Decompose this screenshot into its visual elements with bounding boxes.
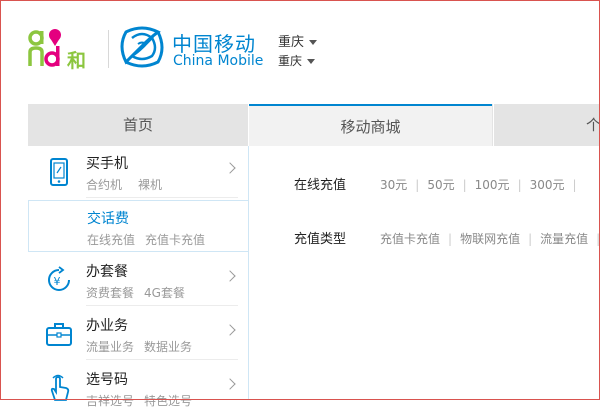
sidebar-item-title: 办套餐: [86, 264, 128, 280]
sidebar-menu: 买手机 合约机 裸机 交话费 在线充值 充值卡充值 ¥ 办套餐 资费套餐 4G套餐: [28, 146, 249, 408]
menu-separator: [86, 197, 238, 198]
sidebar-item-plans[interactable]: ¥ 办套餐 资费套餐 4G套餐: [28, 254, 248, 306]
sidebar-item-links: 吉祥选号 特色选号: [86, 392, 208, 409]
and-logo-he-char: 和: [67, 50, 87, 72]
sidebar-item-buy-phone[interactable]: 买手机 合约机 裸机: [28, 146, 248, 198]
online-recharge-row: 在线充值 30元 | 50元 | 100元 | 300元 |: [294, 174, 585, 193]
recharge-type-label: 充值类型: [294, 232, 347, 247]
sidebar-item-title: 交话费: [87, 211, 129, 227]
link-contract-phone[interactable]: 合约机: [86, 178, 122, 192]
link-4g-plans[interactable]: 4G套餐: [144, 286, 185, 300]
chevron-down-icon: [307, 59, 316, 64]
china-mobile-logo-icon[interactable]: [120, 24, 164, 70]
link-lucky-number[interactable]: 吉祥选号: [86, 394, 134, 408]
chevron-right-icon: [224, 378, 236, 390]
sidebar-item-links: 资费套餐 4G套餐: [86, 284, 201, 301]
link-special-number[interactable]: 特色选号: [144, 394, 192, 408]
link-data-service[interactable]: 数据业务: [144, 340, 192, 354]
yuan-refresh-icon: ¥: [44, 265, 74, 295]
type-options: 充值卡充值 | 物联网充值 | 流量充值 |: [380, 230, 600, 247]
tab-personal[interactable]: 个: [493, 104, 600, 146]
type-option-card[interactable]: 充值卡充值: [380, 230, 440, 247]
tab-mobile-mall[interactable]: 移动商城: [249, 104, 492, 146]
brand-name-en: China Mobile: [173, 53, 264, 69]
city-secondary-label: 重庆: [278, 54, 303, 68]
type-option-iot[interactable]: 物联网充值: [460, 230, 520, 247]
chevron-right-icon: [224, 162, 236, 174]
amount-option-100[interactable]: 100元: [475, 176, 510, 193]
and-logo[interactable]: 和: [28, 26, 100, 72]
link-traffic-service[interactable]: 流量业务: [86, 340, 134, 354]
link-card-recharge[interactable]: 充值卡充值: [145, 233, 205, 247]
briefcase-icon: [44, 319, 74, 349]
option-separator: |: [528, 232, 533, 246]
site-header: 和 中国移动 China Mobile 重庆 重庆: [0, 0, 600, 100]
phone-icon: [44, 157, 74, 187]
menu-separator: [86, 305, 238, 306]
sidebar-item-title: 选号码: [86, 372, 128, 388]
type-option-traffic[interactable]: 流量充值: [540, 230, 588, 247]
tab-home[interactable]: 首页: [28, 104, 249, 146]
hand-pointer-icon: [44, 373, 74, 403]
city-selector-secondary[interactable]: 重庆: [278, 52, 316, 69]
amount-option-30[interactable]: 30元: [380, 176, 407, 193]
chevron-right-icon: [224, 270, 236, 282]
option-separator: |: [596, 232, 600, 246]
sidebar-item-links: 合约机 裸机: [86, 176, 178, 193]
sidebar-item-title: 办业务: [86, 318, 128, 334]
recharge-type-row: 充值类型 充值卡充值 | 物联网充值 | 流量充值 |: [294, 228, 600, 247]
option-separator: |: [415, 178, 420, 192]
link-bare-phone[interactable]: 裸机: [138, 178, 162, 192]
option-separator: |: [462, 178, 467, 192]
amount-option-50[interactable]: 50元: [427, 176, 454, 193]
menu-separator: [86, 359, 238, 360]
chevron-down-icon: [309, 40, 318, 45]
sidebar-item-pay-bill[interactable]: 交话费 在线充值 充值卡充值: [28, 200, 248, 252]
link-online-recharge[interactable]: 在线充值: [87, 233, 135, 247]
main-nav: 首页 移动商城 个: [28, 104, 600, 146]
svg-text:¥: ¥: [54, 275, 61, 288]
option-separator: |: [517, 178, 522, 192]
online-recharge-label: 在线充值: [294, 178, 347, 193]
sidebar-item-choose-number[interactable]: 选号码 吉祥选号 特色选号: [28, 362, 248, 414]
city-selector-primary[interactable]: 重庆: [278, 31, 318, 50]
sidebar-item-title: 买手机: [86, 156, 128, 172]
option-separator: |: [448, 232, 453, 246]
sidebar-item-links: 流量业务 数据业务: [86, 338, 208, 355]
header-divider: [108, 30, 109, 68]
recharge-panel: 在线充值 30元 | 50元 | 100元 | 300元 | 充值类型 充值卡充值 | 物联网充值 | 流…: [249, 146, 600, 400]
sidebar-item-links: 在线充值 充值卡充值: [87, 231, 221, 248]
chevron-right-icon: [224, 324, 236, 336]
city-primary-label: 重庆: [278, 35, 305, 50]
amount-options: 30元 | 50元 | 100元 | 300元 |: [380, 176, 585, 193]
amount-option-300[interactable]: 300元: [530, 176, 565, 193]
option-separator: |: [572, 178, 577, 192]
sidebar-item-services[interactable]: 办业务 流量业务 数据业务: [28, 308, 248, 360]
link-tariff-plans[interactable]: 资费套餐: [86, 286, 134, 300]
